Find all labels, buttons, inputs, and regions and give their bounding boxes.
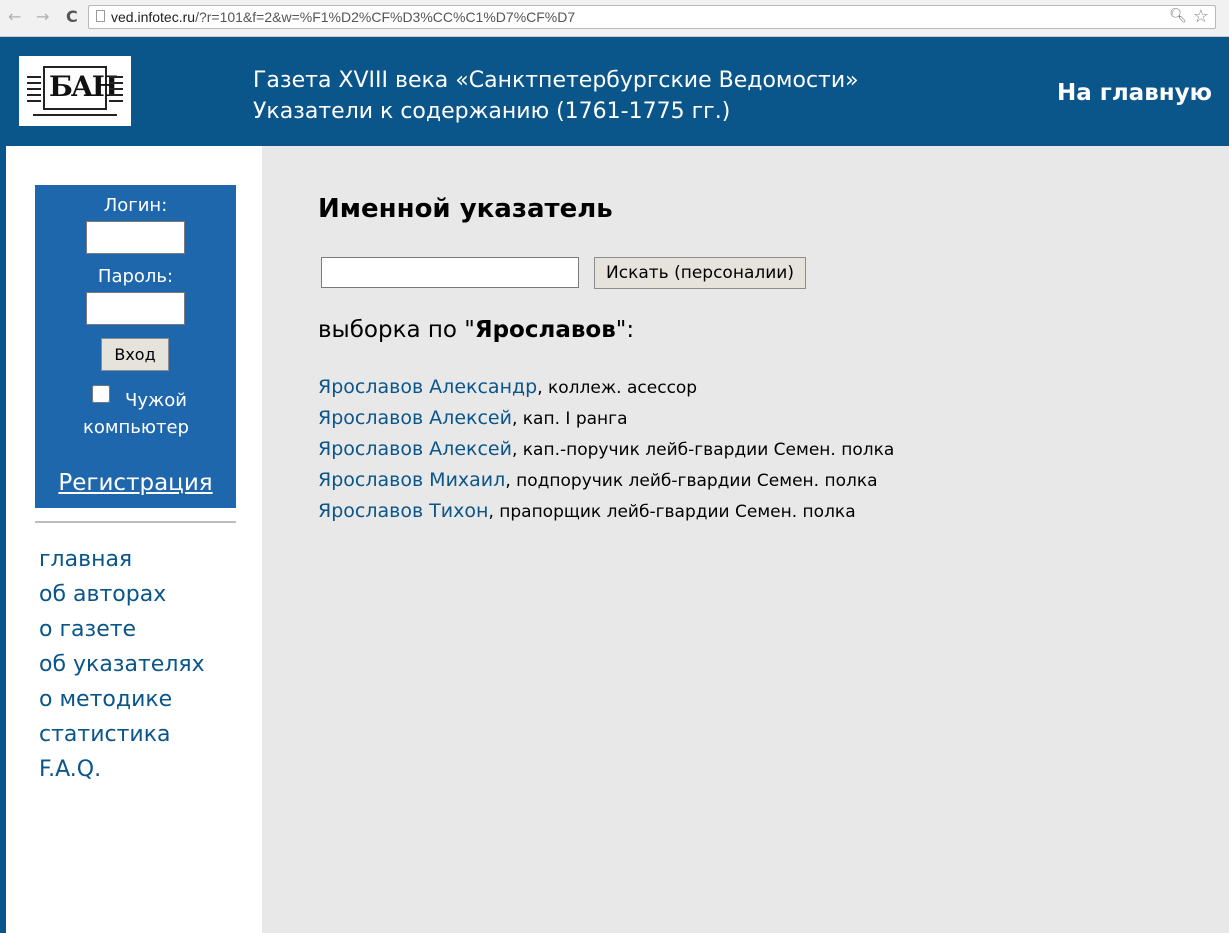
login-field[interactable]: [86, 221, 185, 254]
list-item: Ярославов Александр, коллеж. асессор: [318, 372, 894, 403]
menu-item-statistics[interactable]: статистика: [39, 717, 205, 752]
menu-item-indexes[interactable]: об указателях: [39, 647, 205, 682]
site-title: Газета XVIII века «Санктпетербургские Ве…: [253, 65, 859, 127]
back-arrow-icon[interactable]: ←: [8, 8, 21, 26]
page-icon: [96, 10, 105, 22]
password-label: Пароль:: [97, 266, 174, 287]
url-text[interactable]: ved.infotec.ru/?r=101&f=2&w=%F1%D2%CF%D3…: [111, 9, 575, 25]
list-item: Ярославов Михаил, подпоручик лейб-гварди…: [318, 465, 894, 496]
selection-prefix: выборка по ": [318, 317, 475, 343]
bookmark-star-icon[interactable]: ☆: [1193, 6, 1209, 27]
sidebar: Логин: Пароль: Вход Чужой компьютер Реги…: [6, 146, 262, 933]
register-link[interactable]: Регистрация: [35, 470, 236, 496]
address-bar[interactable]: ved.infotec.ru/?r=101&f=2&w=%F1%D2%CF%D3…: [88, 5, 1216, 29]
person-link[interactable]: Ярославов Тихон: [318, 500, 488, 522]
results-list: Ярославов Александр, коллеж. асессор Яро…: [318, 372, 894, 527]
logo-text: БАН: [49, 70, 118, 103]
main-content: Именной указатель Искать (персоналии) вы…: [262, 146, 1229, 933]
person-link[interactable]: Ярославов Михаил: [318, 469, 505, 491]
library-logo[interactable]: БАН: [19, 56, 131, 126]
menu-item-faq[interactable]: F.A.Q.: [39, 752, 205, 787]
menu-item-home[interactable]: главная: [39, 542, 205, 577]
logo-decoration-left: [27, 76, 41, 106]
search-button[interactable]: Искать (персоналии): [594, 257, 806, 289]
logo-base: [33, 114, 117, 120]
site-header: БАН Газета XVIII века «Санктпетербургски…: [0, 37, 1229, 144]
person-description: , прапорщик лейб-гвардии Семен. полка: [488, 502, 856, 522]
sidebar-menu: главная об авторах о газете об указателя…: [39, 542, 205, 787]
search-input[interactable]: [321, 257, 579, 288]
list-item: Ярославов Алексей, кап.-поручик лейб-гва…: [318, 434, 894, 465]
site-title-line2: Указатели к содержанию (1761-1775 гг.): [253, 99, 731, 124]
login-label: Логин:: [103, 195, 168, 216]
site-title-line1: Газета XVIII века «Санктпетербургские Ве…: [253, 68, 859, 93]
page-title: Именной указатель: [318, 194, 613, 224]
person-description: , подпоручик лейб-гвардии Семен. полка: [505, 471, 878, 491]
zoom-icon[interactable]: 🔍︎: [1169, 8, 1187, 24]
person-description: , кап.-поручик лейб-гвардии Семен. полка: [511, 440, 895, 460]
list-item: Ярославов Тихон, прапорщик лейб-гвардии …: [318, 496, 894, 527]
login-form: Логин: Пароль: Вход Чужой компьютер Реги…: [35, 185, 236, 508]
logo-emblem: БАН: [25, 62, 125, 120]
person-description: , коллеж. асессор: [537, 378, 698, 398]
person-description: , кап. I ранга: [511, 409, 628, 429]
browser-toolbar: ← → C ved.infotec.ru/?r=101&f=2&w=%F1%D2…: [0, 0, 1229, 37]
password-field[interactable]: [86, 292, 185, 325]
reload-icon[interactable]: C: [66, 8, 78, 26]
login-button[interactable]: Вход: [101, 338, 169, 371]
foreign-computer-label-line2: компьютер: [83, 417, 189, 438]
selection-suffix: ":: [615, 317, 635, 343]
person-link[interactable]: Ярославов Алексей: [318, 438, 512, 460]
selection-heading: выборка по "Ярославов":: [318, 317, 634, 343]
person-link[interactable]: Ярославов Алексей: [318, 407, 512, 429]
sidebar-divider: [35, 521, 236, 523]
url-path: /?r=101&f=2&w=%F1%D2%CF%D3%CC%C1%D7%CF%D…: [195, 9, 576, 25]
menu-item-authors[interactable]: об авторах: [39, 577, 205, 612]
url-host: ved.infotec.ru: [111, 9, 196, 25]
selection-term: Ярославов: [474, 317, 616, 343]
foreign-computer-label: Чужой компьютер: [75, 387, 195, 441]
person-link[interactable]: Ярославов Александр: [318, 376, 537, 398]
list-item: Ярославов Алексей, кап. I ранга: [318, 403, 894, 434]
menu-item-method[interactable]: о методике: [39, 682, 205, 717]
logo-decoration-right: [109, 76, 123, 106]
menu-item-newspaper[interactable]: о газете: [39, 612, 205, 647]
home-link[interactable]: На главную: [1057, 80, 1212, 106]
foreign-computer-label-line1: Чужой: [125, 390, 187, 411]
forward-arrow-icon[interactable]: →: [36, 8, 49, 26]
